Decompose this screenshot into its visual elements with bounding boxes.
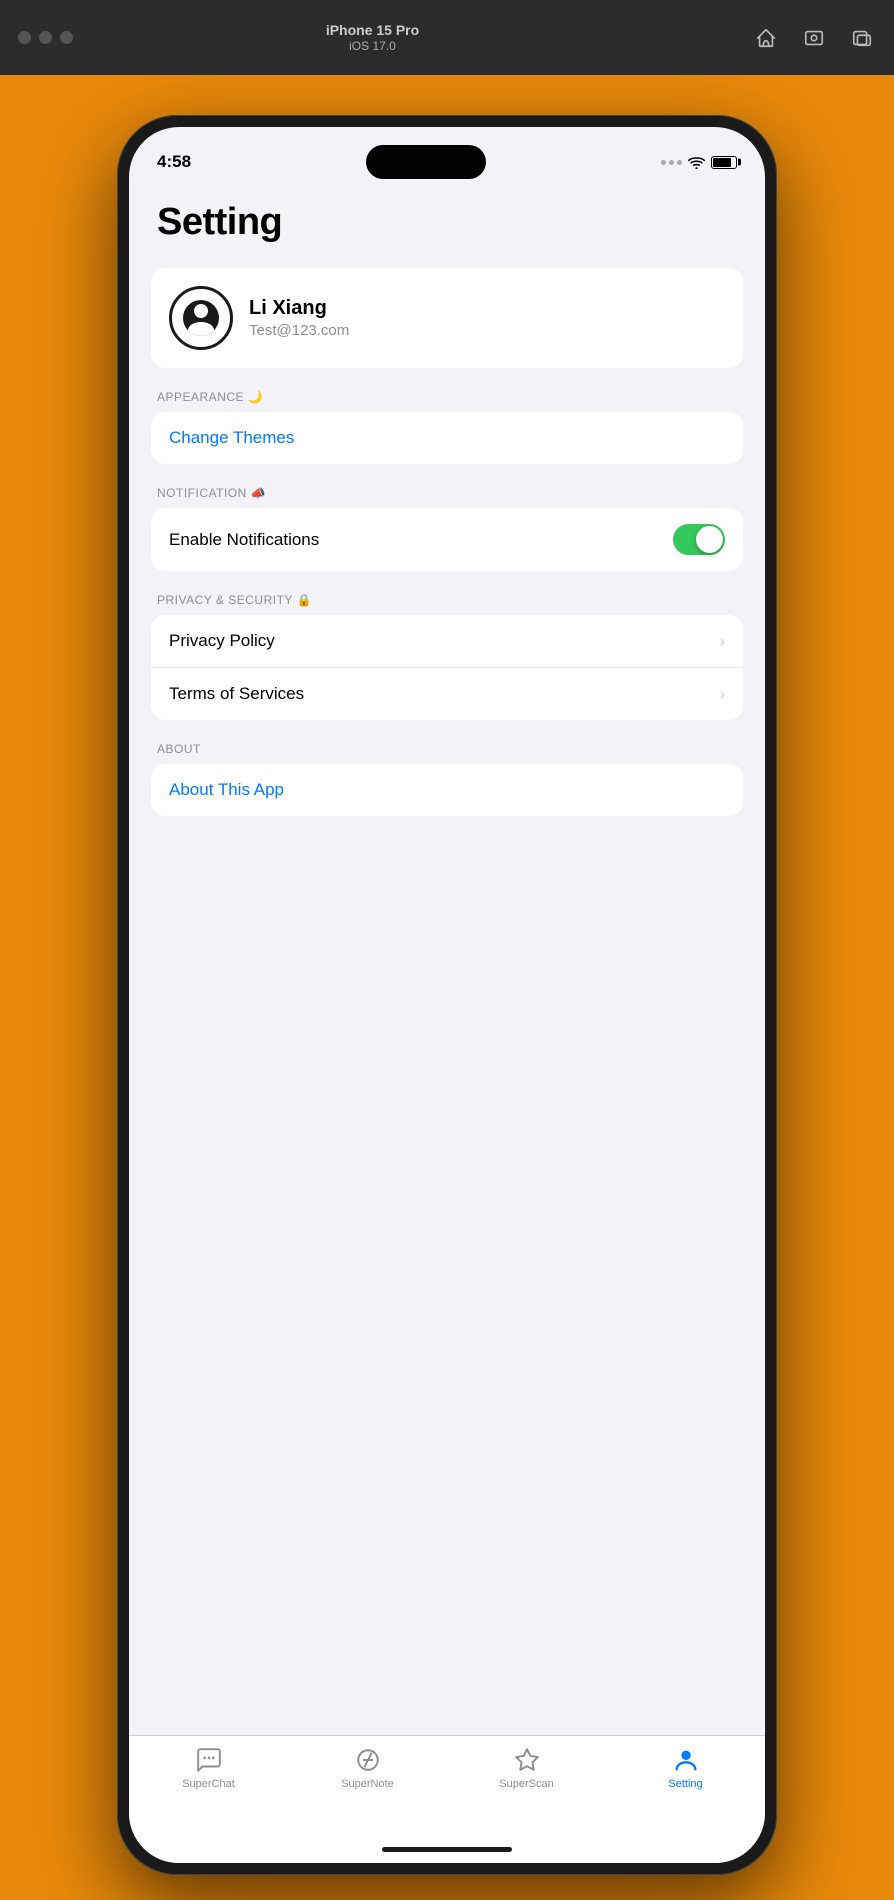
status-bar: 4:58 (129, 127, 765, 183)
home-bar (382, 1847, 512, 1852)
orange-background: 4:58 (0, 75, 894, 1900)
setting-tab-label: Setting (668, 1778, 702, 1790)
about-this-app-label: About This App (169, 780, 284, 800)
avatar-inner (183, 300, 219, 336)
note-icon (354, 1746, 382, 1774)
terms-of-services-label: Terms of Services (169, 684, 304, 704)
terms-of-services-row[interactable]: Terms of Services › (151, 667, 743, 720)
mac-title: iPhone 15 Pro iOS 17.0 (1, 21, 744, 55)
appearance-card[interactable]: Change Themes (151, 412, 743, 464)
privacy-policy-row[interactable]: Privacy Policy › (151, 615, 743, 667)
privacy-policy-label: Privacy Policy (169, 631, 275, 651)
about-section-label: ABOUT (157, 742, 743, 756)
notification-section-label: NOTIFICATION 📣 (157, 486, 743, 500)
battery-icon (711, 156, 737, 169)
privacy-section-label: PRIVACY & SECURITY 🔒 (157, 593, 743, 607)
tab-supernote[interactable]: SuperNote (288, 1746, 447, 1790)
status-time: 4:58 (157, 152, 191, 172)
enable-notifications-row[interactable]: Enable Notifications (151, 508, 743, 571)
window-icon[interactable] (848, 24, 876, 52)
privacy-policy-chevron: › (720, 633, 725, 650)
privacy-card: Privacy Policy › Terms of Services › (151, 615, 743, 720)
about-card[interactable]: About This App (151, 764, 743, 816)
scan-icon (513, 1746, 541, 1774)
change-themes-label: Change Themes (169, 428, 294, 448)
signal-dots (661, 160, 682, 165)
user-card[interactable]: Li Xiang Test@123.com (151, 268, 743, 368)
mac-icons (752, 24, 876, 52)
person-icon (672, 1746, 700, 1774)
superchat-label: SuperChat (182, 1778, 235, 1790)
user-name: Li Xiang (249, 297, 349, 320)
appearance-section-label: APPEARANCE 🌙 (157, 390, 743, 404)
about-this-app-row[interactable]: About This App (151, 764, 743, 816)
toggle-knob (696, 526, 723, 553)
page-title: Setting (157, 201, 743, 244)
terms-of-services-chevron: › (720, 686, 725, 703)
mac-toolbar: iPhone 15 Pro iOS 17.0 (0, 0, 894, 75)
status-icons (661, 156, 737, 169)
wifi-icon (688, 156, 705, 169)
chat-icon (195, 1746, 223, 1774)
notifications-toggle[interactable] (673, 524, 725, 555)
notification-card: Enable Notifications (151, 508, 743, 571)
supernote-label: SuperNote (341, 1778, 394, 1790)
home-icon[interactable] (752, 24, 780, 52)
phone-bezel: 4:58 (117, 115, 777, 1875)
tab-superchat[interactable]: SuperChat (129, 1746, 288, 1790)
settings-content[interactable]: Setting Li Xiang Test@123.com APPEARA (129, 183, 765, 1735)
screenshot-icon[interactable] (800, 24, 828, 52)
avatar (169, 286, 233, 350)
change-themes-row[interactable]: Change Themes (151, 412, 743, 464)
tab-setting[interactable]: Setting (606, 1746, 765, 1790)
superscan-label: SuperScan (499, 1778, 553, 1790)
user-email: Test@123.com (249, 322, 349, 339)
phone-screen: 4:58 (129, 127, 765, 1863)
user-info: Li Xiang Test@123.com (249, 297, 349, 339)
enable-notifications-label: Enable Notifications (169, 530, 319, 550)
home-indicator (129, 1835, 765, 1863)
user-card-inner: Li Xiang Test@123.com (151, 268, 743, 368)
dynamic-island (366, 145, 486, 179)
tab-bar: SuperChat SuperNote (129, 1735, 765, 1835)
tab-superscan[interactable]: SuperScan (447, 1746, 606, 1790)
